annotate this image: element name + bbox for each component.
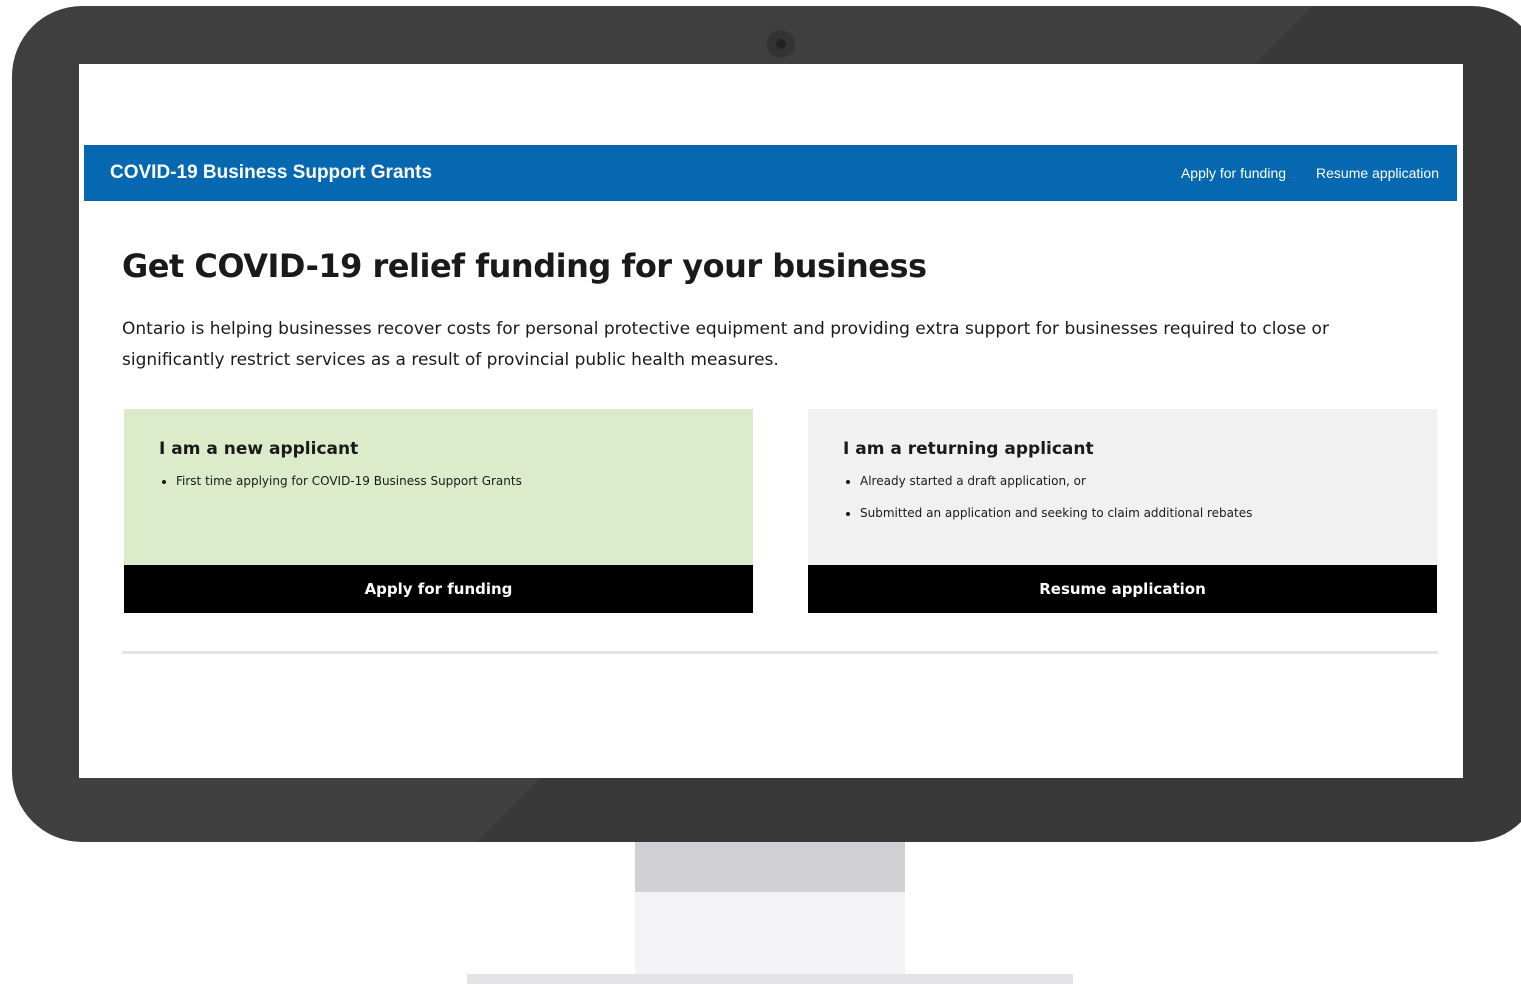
content-divider [122,651,1438,654]
apply-for-funding-button[interactable]: Apply for funding [124,565,753,613]
webcam-icon [767,30,795,58]
new-applicant-card: I am a new applicant First time applying… [124,409,753,613]
monitor-screen: COVID-19 Business Support Grants Apply f… [79,64,1463,778]
new-applicant-heading: I am a new applicant [159,439,359,459]
monitor-stand-base [467,974,1073,984]
monitor-illustration: COVID-19 Business Support Grants Apply f… [0,0,1521,984]
monitor-stand-neck [635,842,905,892]
list-item: Already started a draft application, or [860,473,1402,489]
intro-paragraph: Ontario is helping businesses recover co… [122,319,1329,370]
list-item: Submitted an application and seeking to … [860,505,1402,521]
monitor-stand [635,892,905,976]
list-item: First time applying for COVID-19 Busines… [176,473,718,489]
returning-applicant-card: I am a returning applicant Already start… [808,409,1437,613]
header-nav: Apply for funding Resume application [1181,165,1439,181]
resume-application-button[interactable]: Resume application [808,565,1437,613]
returning-applicant-heading: I am a returning applicant [843,439,1094,459]
returning-applicant-list: Already started a draft application, or … [843,473,1402,521]
nav-apply-for-funding[interactable]: Apply for funding [1181,165,1286,181]
new-applicant-list: First time applying for COVID-19 Busines… [159,473,718,489]
new-applicant-card-body: I am a new applicant First time applying… [124,409,753,565]
site-header: COVID-19 Business Support Grants Apply f… [84,145,1457,201]
site-title[interactable]: COVID-19 Business Support Grants [110,162,432,184]
nav-resume-application[interactable]: Resume application [1316,165,1439,181]
page-title: Get COVID-19 relief funding for your bus… [122,247,927,285]
returning-applicant-card-body: I am a returning applicant Already start… [808,409,1437,565]
